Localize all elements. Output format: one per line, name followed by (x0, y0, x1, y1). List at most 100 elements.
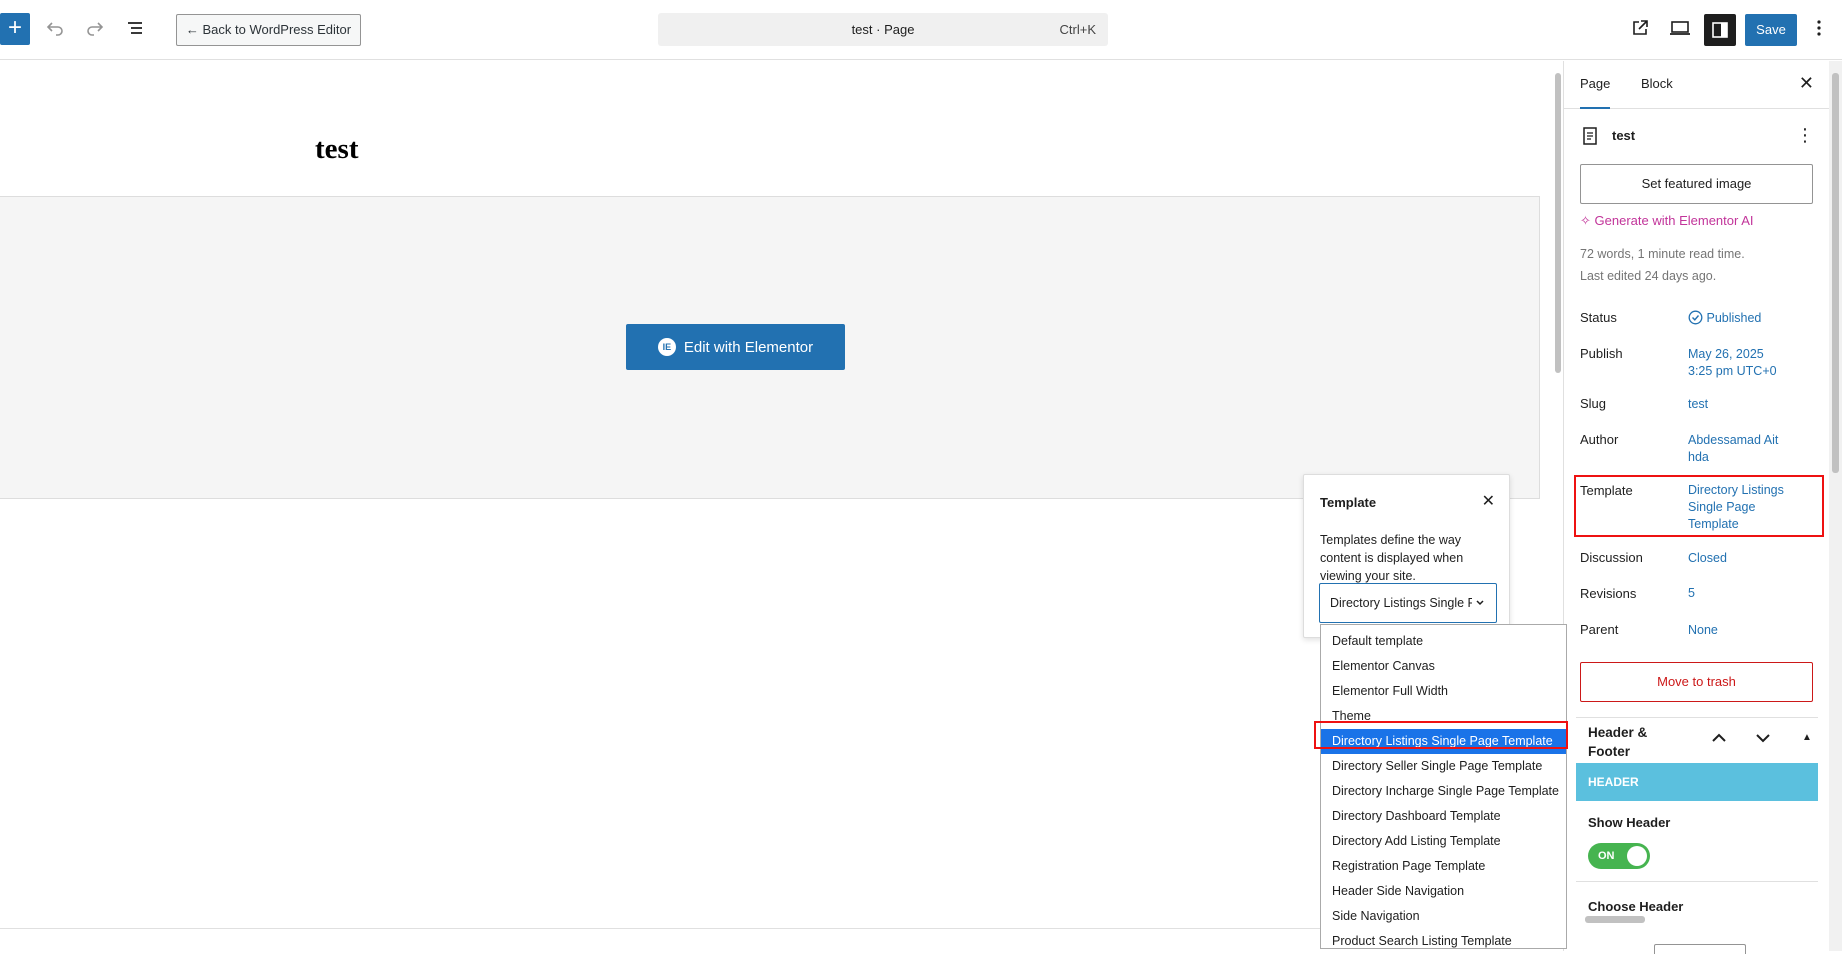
page-icon (1583, 127, 1597, 145)
divider (1576, 717, 1818, 718)
edit-with-elementor-button[interactable]: IE Edit with Elementor (626, 324, 845, 370)
show-header-label: Show Header (1588, 815, 1671, 830)
close-popover-button[interactable]: ✕ (1482, 491, 1495, 511)
save-button[interactable]: Save (1745, 14, 1797, 46)
tab-page[interactable]: Page (1580, 61, 1611, 109)
template-label: Template (1580, 483, 1633, 498)
sparkle-icon: ✧ (1580, 213, 1591, 228)
popover-description: Templates define the way content is disp… (1320, 533, 1464, 583)
parent-value[interactable]: None (1688, 622, 1808, 639)
show-header-toggle[interactable]: ON (1588, 843, 1650, 869)
move-to-trash-button[interactable]: Move to trash (1580, 662, 1813, 702)
template-select-value: Directory Listings Single Page Template (1330, 596, 1472, 610)
editor-toolbar: + ← Back to WordPress Editor test · Page… (0, 0, 1842, 60)
slug-label: Slug (1580, 396, 1607, 411)
toggle-state-label: ON (1598, 850, 1615, 862)
author-line-2: hda (1688, 450, 1709, 464)
external-link-icon (1633, 20, 1648, 35)
document-title: test · Page (851, 22, 915, 37)
generate-ai-label: Generate with Elementor AI (1594, 213, 1754, 228)
status-value[interactable]: Published (1688, 310, 1808, 327)
move-up-button[interactable] (1711, 731, 1727, 749)
sidebar-horizontal-scrollbar[interactable] (1575, 913, 1827, 925)
publish-time: 3:25 pm UTC+0 (1688, 364, 1777, 378)
settings-sidebar: Page Block ✕ test ⋮ Set featured image ✧… (1563, 61, 1829, 951)
list-view-icon (128, 22, 142, 34)
elementor-icon: IE (657, 338, 676, 356)
preview-button[interactable] (1668, 16, 1692, 40)
add-block-button[interactable]: + (0, 13, 30, 45)
document-overview-button[interactable] (123, 16, 147, 40)
template-select[interactable]: Directory Listings Single Page Template (1319, 583, 1497, 623)
template-option[interactable]: Directory Incharge Single Page Template (1321, 779, 1566, 804)
divider (1576, 881, 1818, 882)
undo-icon (46, 22, 63, 36)
template-option[interactable]: Header Side Navigation (1321, 879, 1566, 904)
chevron-down-icon (1476, 600, 1484, 606)
discussion-value[interactable]: Closed (1688, 550, 1808, 567)
sidebar-scrollbar[interactable] (1829, 61, 1842, 951)
template-option[interactable]: Default template (1321, 629, 1566, 654)
options-icon (1817, 20, 1821, 36)
selected-option-highlight-box (1314, 721, 1568, 749)
redo-button[interactable] (83, 16, 107, 40)
collapse-panel-button[interactable]: ▲ (1802, 732, 1812, 743)
parent-label: Parent (1580, 622, 1619, 637)
revisions-label: Revisions (1580, 586, 1637, 601)
template-option[interactable]: Elementor Full Width (1321, 679, 1566, 704)
template-option[interactable]: Registration Page Template (1321, 854, 1566, 879)
set-featured-image-button[interactable]: Set featured image (1580, 164, 1813, 204)
move-down-button[interactable] (1755, 731, 1771, 749)
generate-ai-link[interactable]: ✧ Generate with Elementor AI (1580, 213, 1754, 229)
close-icon: ✕ (1481, 493, 1495, 510)
check-circle-icon (1688, 310, 1703, 325)
status-label: Status (1580, 310, 1617, 325)
chevron-up-icon (1712, 733, 1726, 742)
undo-button[interactable] (43, 16, 67, 40)
settings-sidebar-toggle[interactable] (1704, 14, 1736, 46)
template-option[interactable]: Directory Dashboard Template (1321, 804, 1566, 829)
scrollbar-thumb[interactable] (1555, 73, 1561, 373)
discussion-label: Discussion (1580, 550, 1643, 565)
close-sidebar-button[interactable]: ✕ (1799, 73, 1814, 94)
plus-icon: + (7, 14, 22, 41)
template-option[interactable]: Directory Seller Single Page Template (1321, 754, 1566, 779)
back-to-wordpress-editor-button[interactable]: ← Back to WordPress Editor (176, 14, 361, 46)
tab-block[interactable]: Block (1641, 61, 1673, 109)
command-palette-bar[interactable]: test · Page Ctrl+K (658, 13, 1108, 46)
popover-title: Template (1320, 495, 1377, 510)
sidebar-icon (1712, 22, 1728, 38)
status-text: Published (1706, 311, 1762, 325)
scrollbar-thumb[interactable] (1832, 73, 1839, 473)
scrollbar-thumb[interactable] (1585, 916, 1645, 923)
sidebar-bottom-button[interactable] (1654, 944, 1746, 954)
publish-value[interactable]: May 26, 2025 3:25 pm UTC+0 (1688, 346, 1808, 380)
template-option[interactable]: Directory Add Listing Template (1321, 829, 1566, 854)
page-title[interactable]: test (315, 133, 358, 166)
caret-up-icon: ▲ (1802, 732, 1812, 743)
header-footer-panel-title[interactable]: Header & Footer (1588, 723, 1668, 761)
chevron-down-icon (1756, 734, 1770, 743)
template-option[interactable]: Elementor Canvas (1321, 654, 1566, 679)
template-popover: Template ✕ Templates define the way cont… (1303, 474, 1510, 638)
header-section-bar[interactable]: HEADER (1576, 763, 1818, 801)
author-label: Author (1580, 432, 1619, 447)
template-option[interactable]: Side Navigation (1321, 904, 1566, 929)
sidebar-tabs: Page Block ✕ (1564, 61, 1829, 109)
slug-value[interactable]: test (1688, 396, 1808, 413)
options-button[interactable] (1807, 16, 1831, 40)
author-value[interactable]: Abdessamad Ait hda (1688, 432, 1808, 466)
template-value[interactable]: Directory Listings Single Page Template (1688, 482, 1808, 533)
view-page-button[interactable] (1628, 16, 1652, 40)
document-title: test (1612, 128, 1636, 143)
document-actions-button[interactable]: ⋮ (1796, 125, 1814, 146)
template-line-1: Directory Listings (1688, 483, 1784, 497)
word-count: 72 words, 1 minute read time. (1580, 247, 1745, 261)
publish-date: May 26, 2025 (1688, 347, 1764, 361)
revisions-value[interactable]: 5 (1688, 585, 1808, 602)
template-line-2: Single Page (1688, 500, 1756, 514)
template-line-3: Template (1688, 517, 1739, 531)
template-option[interactable]: Product Search Listing Template (1321, 929, 1566, 954)
last-edited: Last edited 24 days ago. (1580, 269, 1717, 283)
redo-icon (87, 22, 104, 36)
